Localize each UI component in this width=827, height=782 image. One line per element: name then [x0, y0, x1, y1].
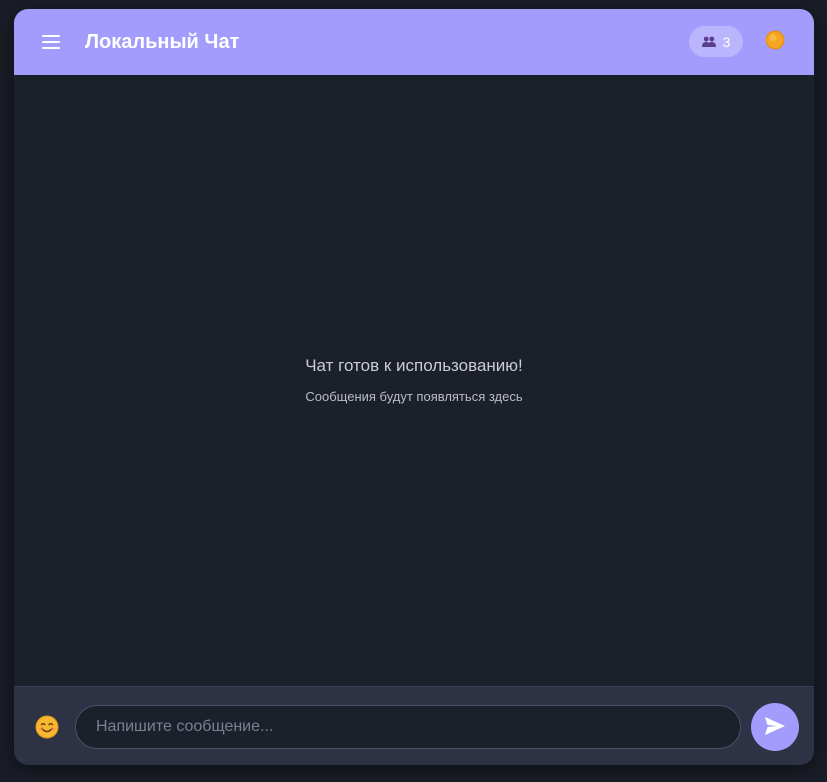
- send-arrow-icon: [764, 716, 786, 739]
- online-users-count: 3: [722, 33, 731, 50]
- chat-header: Локальный Чат 3: [14, 9, 814, 75]
- send-button[interactable]: [751, 703, 799, 751]
- empty-state-subtitle: Сообщения будут появляться здесь: [305, 389, 523, 404]
- hamburger-menu-icon: [42, 34, 60, 50]
- empty-state-title: Чат готов к использованию!: [305, 356, 523, 375]
- chat-title: Локальный Чат: [85, 31, 240, 53]
- smiling-face-emoji-icon: [35, 715, 59, 743]
- theme-toggle-button[interactable]: [764, 29, 786, 56]
- sun-icon: [764, 29, 786, 56]
- emoji-button[interactable]: [35, 715, 59, 739]
- message-composer: [14, 686, 814, 765]
- messages-area: Чат готов к использованию! Сообщения буд…: [14, 75, 814, 686]
- menu-button[interactable]: [40, 29, 62, 55]
- chat-window: Локальный Чат 3 Чат готов к использовани…: [14, 9, 814, 765]
- online-users-badge[interactable]: 3: [689, 26, 743, 57]
- users-icon: [701, 36, 716, 47]
- message-input[interactable]: [75, 705, 741, 749]
